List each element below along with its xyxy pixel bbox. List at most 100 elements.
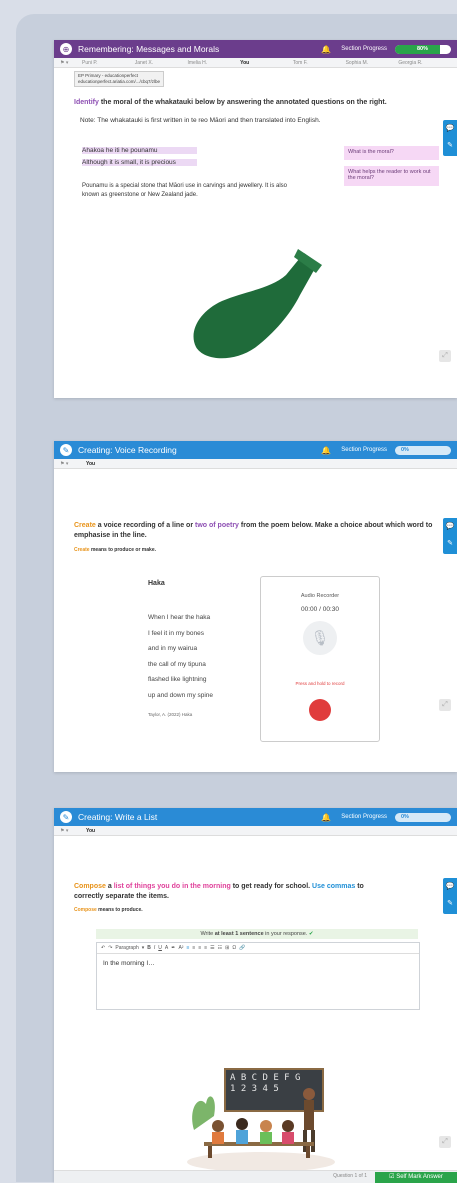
pencil-icon[interactable]: ✎ xyxy=(443,137,457,154)
instruction-keyword: Use commas xyxy=(312,883,356,890)
tip-text: Write xyxy=(200,931,215,937)
justify-icon[interactable]: ≡ xyxy=(204,945,207,951)
instruction-text: a xyxy=(105,883,114,890)
definition-text: means to produce. xyxy=(96,907,143,913)
ep-logo-icon: ⊕ xyxy=(60,43,72,55)
expand-icon[interactable]: ⤢ xyxy=(439,1136,451,1148)
note: Note: The whakatauki is first written in… xyxy=(80,117,321,124)
instruction-keyword: Compose xyxy=(74,883,106,890)
progress-value: 0% xyxy=(401,446,409,453)
speech-icon[interactable]: 💬 xyxy=(443,518,457,535)
student-bar: ⚑ ▾ You xyxy=(54,826,457,836)
classroom-scene xyxy=(187,1088,335,1172)
align-center-icon[interactable]: ≡ xyxy=(192,945,195,951)
check-icon: ✔ xyxy=(308,931,314,937)
section-progress-bar: 0% xyxy=(395,445,451,455)
instruction-text: the moral of the whakatauki below by ans… xyxy=(98,99,387,106)
tip-text: in your response. xyxy=(263,931,308,937)
student-tab[interactable]: Georgia R. xyxy=(398,60,451,66)
undo-icon[interactable]: ↶ xyxy=(101,945,105,951)
poem-line: and in my wairua xyxy=(148,645,198,652)
flag-icon[interactable]: ⚑ ▾ xyxy=(60,828,86,834)
speech-icon[interactable]: 💬 xyxy=(443,120,457,137)
align-right-icon[interactable]: ≡ xyxy=(198,945,201,951)
question-annotation-1[interactable]: What is the moral? xyxy=(344,146,439,160)
instruction-text: to get ready for school. xyxy=(230,883,313,890)
audio-recorder: Audio Recorder 00:00 / 00:30 🎙 Press and… xyxy=(260,576,380,742)
task-card-messages-morals: ⊕ Remembering: Messages and Morals 🔔 Sec… xyxy=(54,40,457,398)
mic-icon: 🎙 xyxy=(303,621,337,655)
annotation-tool[interactable]: 💬 ✎ xyxy=(443,518,457,554)
record-button[interactable] xyxy=(309,699,331,721)
student-tab[interactable]: Puni P. xyxy=(82,60,135,66)
definition: Compose means to produce. xyxy=(74,907,143,913)
pounamu-image xyxy=(193,249,322,359)
tooltip-line: educationperfect.ariatia.com/.../cbq7/zl… xyxy=(78,79,161,84)
poem-line: I feel it in my bones xyxy=(148,629,204,637)
task-title: Remembering: Messages and Morals xyxy=(78,44,220,54)
poem-line: When I hear the haka xyxy=(148,614,211,621)
italic-icon[interactable]: I xyxy=(154,945,155,951)
instruction-keyword: list of things you do in the morning xyxy=(113,883,231,890)
chevron-down-icon[interactable]: ▾ xyxy=(142,945,145,951)
student-bar: ⚑ ▾ Puni P. Janet X. Imelia H. You Tom F… xyxy=(54,58,457,68)
speech-icon[interactable]: 💬 xyxy=(443,878,457,895)
student-bar: ⚑ ▾ You xyxy=(54,459,457,469)
link-icon[interactable]: 🔗 xyxy=(239,945,245,951)
student-tab-you[interactable]: You xyxy=(240,60,293,66)
expand-icon[interactable]: ⤢ xyxy=(439,699,451,711)
bullet-list-icon[interactable]: ☰ xyxy=(210,945,214,951)
student-tab-you[interactable]: You xyxy=(86,828,451,834)
poem-title: Haka xyxy=(148,580,165,587)
progress-label: Section Progress xyxy=(341,447,387,453)
font-size-icon[interactable]: A² xyxy=(178,945,183,951)
table-icon[interactable]: ⊞ xyxy=(225,945,229,951)
annotation-tool[interactable]: 💬 ✎ xyxy=(443,120,457,156)
special-char-icon[interactable]: Ω xyxy=(232,945,236,951)
underline-icon[interactable]: U xyxy=(158,945,162,951)
task-card-write-list: ✎ Creating: Write a List 🔔 Section Progr… xyxy=(54,808,457,1182)
student-tab[interactable]: Imelia H. xyxy=(187,60,240,66)
task-title: Creating: Write a List xyxy=(78,812,158,822)
poem-line: the call of my tipuna xyxy=(148,660,206,668)
pencil-icon[interactable]: ✎ xyxy=(443,535,457,552)
poem-line: flashed like lightning xyxy=(148,676,207,683)
pencil-icon[interactable]: ✎ xyxy=(443,895,457,912)
student-tab[interactable]: Tom F. xyxy=(293,60,346,66)
flag-icon[interactable]: ⚑ ▾ xyxy=(60,60,82,66)
ep-logo-icon: ✎ xyxy=(60,811,72,823)
bell-icon[interactable]: 🔔 xyxy=(321,45,331,54)
question-annotation-2[interactable]: What helps the reader to work out the mo… xyxy=(344,166,439,186)
student-tab[interactable]: Janet X. xyxy=(135,60,188,66)
number-list-icon[interactable]: ☷ xyxy=(218,945,222,951)
response-tip: Write at least 1 sentence in your respon… xyxy=(96,929,418,939)
tip-requirement: at least 1 sentence xyxy=(214,931,264,937)
annotation-tool[interactable]: 💬 ✎ xyxy=(443,878,457,914)
question-counter: Question 1 of 1 xyxy=(333,1173,367,1179)
flag-icon[interactable]: ⚑ ▾ xyxy=(60,461,86,467)
student-tab[interactable]: Sophia M. xyxy=(346,60,399,66)
text-color-icon[interactable]: A xyxy=(165,945,168,951)
editor-content[interactable]: In the morning I… xyxy=(97,954,419,973)
bell-icon[interactable]: 🔔 xyxy=(321,446,331,455)
student-tab-you[interactable]: You xyxy=(86,461,451,467)
self-mark-button[interactable]: ☑ Self Mark Answer xyxy=(375,1172,457,1183)
redo-icon[interactable]: ↷ xyxy=(108,945,112,951)
title-bar: ⊕ Remembering: Messages and Morals 🔔 Sec… xyxy=(54,40,457,58)
classroom-illustration: A B C D E F G 1 2 3 4 5 xyxy=(184,1060,338,1172)
instruction-keyword: two of poetry xyxy=(195,522,239,529)
expand-icon[interactable]: ⤢ xyxy=(439,350,451,362)
paragraph-select[interactable]: Paragraph xyxy=(115,945,138,951)
bottom-bar: Question 1 of 1 ☑ Self Mark Answer xyxy=(54,1170,457,1183)
english-line[interactable]: Although it is small, it is precious xyxy=(82,159,197,166)
instruction: Create a voice recording of a line or tw… xyxy=(74,521,434,541)
bell-icon[interactable]: 🔔 xyxy=(321,813,331,822)
definition-keyword: Compose xyxy=(74,907,97,913)
check-icon: ☑ xyxy=(389,1174,395,1180)
highlight-icon[interactable]: ✒ xyxy=(171,945,175,951)
progress-value: 0% xyxy=(401,813,409,820)
align-left-icon[interactable]: ≡ xyxy=(186,945,189,951)
bold-icon[interactable]: B xyxy=(147,945,151,951)
maori-line[interactable]: Ahakoa he iti he pounamu xyxy=(82,147,197,154)
editor-toolbar: ↶ ↷ Paragraph ▾ B I U A ✒ A² ≡ ≡ ≡ ≡ ☰ ☷… xyxy=(97,943,419,954)
